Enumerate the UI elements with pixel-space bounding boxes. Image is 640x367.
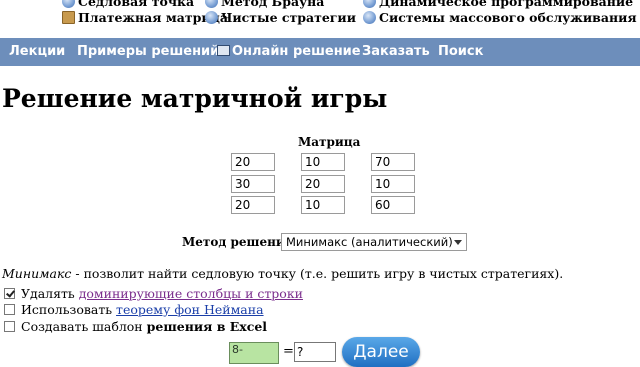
matrix-label: Матрица: [298, 135, 361, 149]
link-pure-strategies[interactable]: Чистые стратегии: [205, 10, 356, 26]
link-brown-method[interactable]: Метод Брауна: [205, 0, 324, 10]
circle-icon: [205, 11, 218, 24]
circle-icon: [62, 0, 75, 8]
link-queueing-systems[interactable]: Системы массового обслуживания: [363, 10, 637, 26]
matrix-cell[interactable]: [301, 153, 345, 171]
checkbox[interactable]: [4, 321, 15, 332]
dominant-link[interactable]: доминирующие столбцы и строки: [79, 286, 303, 301]
matrix-cell[interactable]: [231, 196, 275, 214]
method-select[interactable]: Минимакс (аналитический): [281, 233, 467, 251]
matrix-cell[interactable]: [231, 175, 275, 193]
matrix-cell[interactable]: [301, 175, 345, 193]
matrix-cell[interactable]: [371, 175, 415, 193]
chevron-down-icon: [454, 240, 462, 245]
method-label: Метод решения: [182, 235, 294, 249]
option-excel-template: Создавать шаблон решения в Excel: [4, 319, 267, 335]
link-dynamic-programming[interactable]: Динамическое программирование: [363, 0, 633, 10]
link-saddle-point[interactable]: Седловая точка: [62, 0, 194, 10]
option-remove-dominant: Удалять доминирующие столбцы и строки: [4, 286, 303, 302]
von-neumann-link[interactable]: теорему фон Неймана: [116, 302, 264, 317]
nav-search[interactable]: Поиск: [438, 38, 483, 66]
checkbox[interactable]: [4, 304, 15, 315]
captcha-image: 8-: [229, 342, 279, 364]
nav-order[interactable]: Заказать: [362, 38, 430, 66]
captcha-equals: =: [283, 344, 294, 359]
checkbox[interactable]: [4, 288, 15, 299]
method-description: Минимакс - позволит найти седловую точку…: [2, 266, 564, 281]
page-title: Решение матричной игры: [2, 84, 388, 113]
nav-lectures[interactable]: Лекции: [9, 38, 65, 66]
matrix-cell[interactable]: [231, 153, 275, 171]
top-links: Седловая точка Платежная матрица Метод Б…: [0, 0, 640, 36]
circle-icon: [363, 11, 376, 24]
nav-examples[interactable]: Примеры решений: [77, 38, 219, 66]
link-payoff-matrix[interactable]: Платежная матрица: [62, 10, 228, 26]
captcha-input[interactable]: [294, 342, 336, 362]
matrix-cell[interactable]: [371, 196, 415, 214]
main-navbar: Лекции Примеры решений Онлайн решение За…: [0, 38, 640, 66]
circle-icon: [363, 0, 376, 8]
window-icon: [217, 45, 230, 56]
matrix-cell[interactable]: [301, 196, 345, 214]
option-von-neumann: Использовать теорему фон Неймана: [4, 302, 264, 318]
next-button[interactable]: Далее: [342, 337, 420, 367]
book-icon: [62, 11, 75, 24]
nav-online-solution[interactable]: Онлайн решение: [217, 38, 361, 66]
circle-icon: [205, 0, 218, 8]
matrix-cell[interactable]: [371, 153, 415, 171]
